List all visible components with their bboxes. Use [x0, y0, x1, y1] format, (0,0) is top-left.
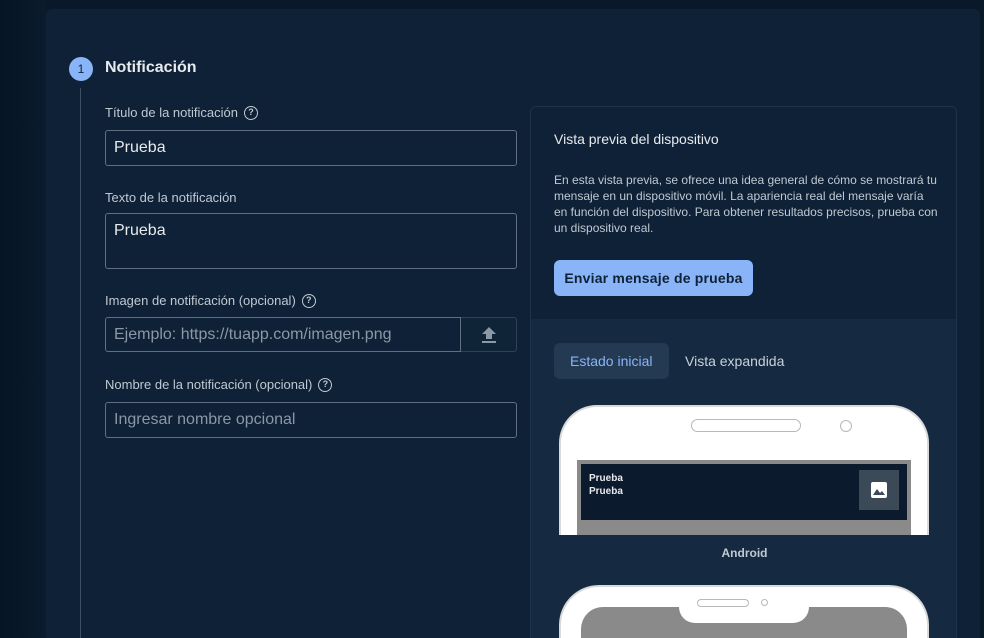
title-label: Título de la notificación — [105, 105, 238, 120]
tab-expanded-view[interactable]: Vista expandida — [669, 343, 800, 379]
step-connector-line — [80, 88, 81, 638]
phone-camera — [840, 420, 852, 432]
phone-speaker — [691, 419, 801, 432]
device-preview-panel: Vista previa del dispositivo En esta vis… — [530, 106, 957, 638]
help-circle-icon[interactable]: ? — [243, 105, 258, 120]
upload-button[interactable] — [461, 317, 517, 352]
image-label: Imagen de notificación (opcional) — [105, 293, 296, 308]
android-phone-mockup: Prueba Prueba — [559, 405, 929, 535]
title-input[interactable] — [105, 130, 517, 166]
text-input[interactable]: Prueba — [105, 213, 517, 269]
notification-preview: Prueba Prueba — [581, 464, 907, 520]
help-circle-icon[interactable]: ? — [318, 377, 333, 392]
text-label-row: Texto de la notificación — [105, 190, 237, 205]
send-test-message-button[interactable]: Enviar mensaje de prueba — [554, 260, 753, 296]
image-label-row: Imagen de notificación (opcional) ? — [105, 293, 316, 308]
title-label-row: Título de la notificación ? — [105, 105, 258, 120]
page-left-edge — [0, 0, 46, 638]
image-url-input[interactable] — [105, 317, 461, 352]
step-title: Notificación — [105, 59, 197, 76]
text-label: Texto de la notificación — [105, 190, 237, 205]
preview-title: Vista previa del dispositivo — [554, 131, 719, 147]
notification-image-placeholder — [859, 470, 899, 510]
notification-preview-title: Prueba — [589, 473, 623, 484]
phone-speaker — [697, 599, 749, 607]
phone-notch — [679, 593, 809, 623]
device-label: Android — [721, 546, 768, 560]
name-input[interactable] — [105, 402, 517, 438]
preview-description: En esta vista previa, se ofrece una idea… — [554, 173, 938, 235]
preview-device-area: Estado inicial Vista expandida Prueba Pr… — [531, 319, 956, 638]
phone-camera — [761, 599, 768, 606]
name-label-row: Nombre de la notificación (opcional) ? — [105, 377, 333, 392]
notification-preview-text: Prueba — [589, 486, 623, 497]
image-icon — [871, 482, 887, 498]
tab-initial-state[interactable]: Estado inicial — [554, 343, 669, 379]
name-label: Nombre de la notificación (opcional) — [105, 377, 313, 392]
help-circle-icon[interactable]: ? — [301, 293, 316, 308]
step-number-badge: 1 — [69, 57, 93, 81]
phone-screen: Prueba Prueba — [577, 460, 911, 535]
upload-icon — [481, 326, 496, 343]
ios-phone-mockup — [559, 585, 929, 638]
